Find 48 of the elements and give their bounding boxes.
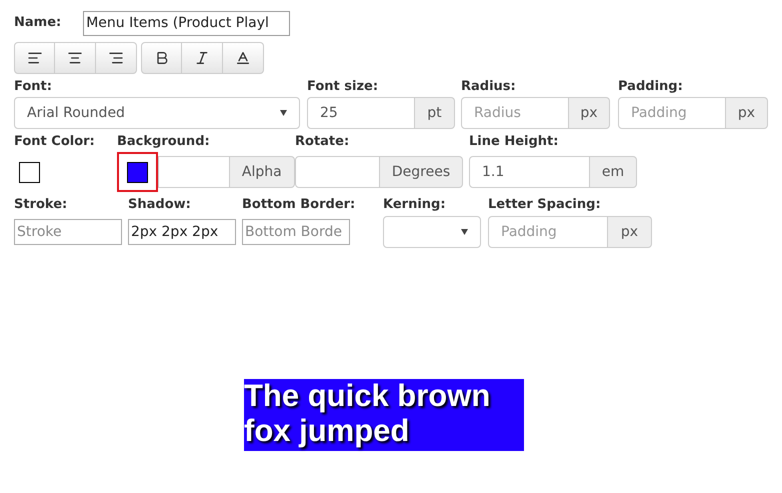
input-field[interactable]: Radius xyxy=(461,97,569,129)
field-label: Radius: xyxy=(461,78,517,96)
font-dropdown[interactable]: Arial Rounded xyxy=(14,97,300,129)
format-button[interactable] xyxy=(55,42,96,74)
field-label: Shadow: xyxy=(128,196,192,214)
unit-label: px xyxy=(569,97,610,129)
field-label: Padding: xyxy=(618,78,684,96)
unit-label: px xyxy=(608,216,652,248)
unit-label: pt xyxy=(415,97,455,129)
field-label: Rotate: xyxy=(295,133,350,151)
field-label: Font: xyxy=(14,78,53,96)
unit-label: px xyxy=(726,97,768,129)
format-button[interactable] xyxy=(96,42,137,74)
field-label: Background: xyxy=(117,133,211,151)
input-field[interactable]: 25 xyxy=(307,97,415,129)
field-label: Stroke: xyxy=(14,196,68,214)
unit-label: Degrees xyxy=(380,156,463,188)
unit-label: Alpha xyxy=(230,156,295,188)
format-button[interactable] xyxy=(223,42,264,74)
input-field[interactable]: 2px 2px 2px xyxy=(128,219,236,245)
field-label: Font size: xyxy=(307,78,380,96)
italic-icon xyxy=(194,50,210,66)
field-label: Bottom Border: xyxy=(242,196,356,214)
field-label: Kerning: xyxy=(383,196,447,214)
preview-text: The quick brown fox jumped xyxy=(244,379,524,451)
input-field[interactable]: Stroke xyxy=(14,219,122,245)
field-label: Line Height: xyxy=(469,133,560,151)
input-field[interactable] xyxy=(158,156,230,188)
color-picker[interactable] xyxy=(117,152,158,192)
text-baseline-icon xyxy=(235,50,251,66)
name-field[interactable]: Menu Items (Product Playl xyxy=(83,10,290,36)
field-label: Font Color: xyxy=(14,133,96,151)
caret-icon xyxy=(280,110,287,116)
caret-icon xyxy=(461,229,468,235)
field-label: Letter Spacing: xyxy=(488,196,602,214)
input-field[interactable]: Padding xyxy=(488,216,608,248)
input-field[interactable]: Bottom Borde xyxy=(242,219,350,245)
align-center-icon xyxy=(67,50,83,66)
format-button[interactable] xyxy=(182,42,223,74)
unit-label: em xyxy=(590,156,637,188)
align-left-icon xyxy=(26,50,42,66)
field-label: Name: xyxy=(14,14,62,32)
format-button[interactable] xyxy=(141,42,182,74)
input-field[interactable]: Padding xyxy=(618,97,726,129)
align-right-icon xyxy=(108,50,124,66)
input-field[interactable]: 1.1 xyxy=(469,156,590,188)
format-button[interactable] xyxy=(14,42,55,74)
input-field[interactable] xyxy=(295,156,380,188)
